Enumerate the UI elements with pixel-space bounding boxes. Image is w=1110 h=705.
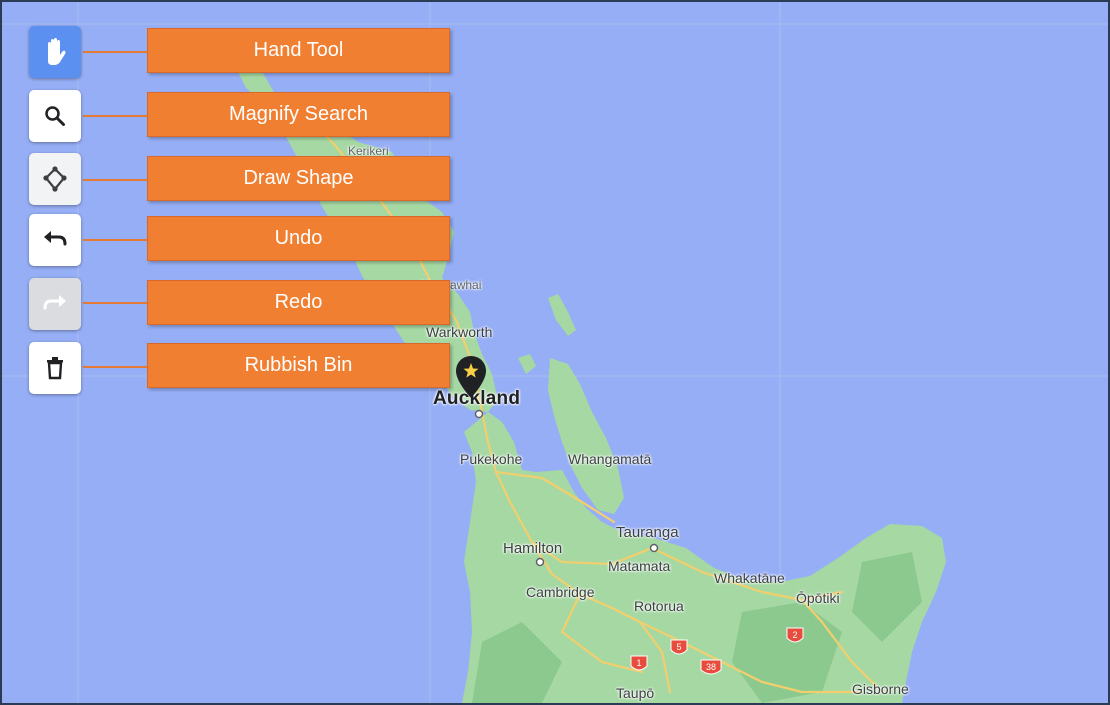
redo-button[interactable] [29,278,81,330]
draw-shape-icon [43,166,67,192]
place-label-whakatane: Whakatāne [714,570,785,586]
place-label-warkworth: Warkworth [426,324,493,340]
trash-icon [47,357,63,380]
place-label-tauranga: Tauranga [616,524,679,541]
rubbish-bin-button[interactable] [29,342,81,394]
callout-hand-tool-label: Hand Tool [253,39,344,61]
svg-text:2: 2 [792,630,797,640]
svg-text:38: 38 [706,662,716,672]
svg-text:1: 1 [636,658,641,668]
place-label-opotiki: Ōpōtiki [796,590,840,606]
highway-shield-1: 1 [630,655,648,671]
hand-tool-button[interactable] [29,26,81,78]
place-label-whangamata: Whangamatā [568,451,652,467]
callout-magnify-search: Magnify Search [147,92,450,137]
callout-hand-tool: Hand Tool [147,28,450,73]
hand-icon [48,38,66,65]
place-label-cambridge: Cambridge [526,584,595,600]
callout-draw-shape: Draw Shape [147,156,450,201]
connector-undo [83,239,147,241]
undo-button[interactable] [29,214,81,266]
svg-text:5: 5 [676,642,681,652]
connector-hand [83,51,147,53]
place-label-pukekohe: Pukekohe [460,451,523,467]
callout-undo-label: Undo [274,227,323,249]
redo-icon [43,295,66,310]
map-frame: Kerikeri Mangawhai Warkworth Auckland Pu… [0,0,1110,705]
highway-shield-2: 2 [786,627,804,643]
magnify-icon [45,106,65,126]
callout-undo: Undo [147,216,450,261]
callout-magnify-search-label: Magnify Search [229,103,368,125]
undo-icon [44,231,67,246]
place-label-rotorua: Rotorua [634,598,684,614]
place-label-gisborne: Gisborne [852,681,909,697]
connector-magnify [83,115,147,117]
callout-rubbish-bin: Rubbish Bin [147,343,450,388]
place-label-matamata: Matamata [608,558,671,574]
magnify-search-button[interactable] [29,90,81,142]
place-label-hamilton: Hamilton [503,540,563,557]
highway-shield-38: 38 [700,659,722,675]
location-marker-icon[interactable] [454,354,488,400]
connector-draw [83,179,147,181]
callout-draw-shape-label: Draw Shape [243,167,354,189]
draw-shape-button[interactable] [29,153,81,205]
place-label-taupo: Taupō [616,685,655,701]
connector-bin [83,366,147,368]
callout-redo: Redo [147,280,450,325]
highway-shield-5: 5 [670,639,688,655]
callout-rubbish-bin-label: Rubbish Bin [244,354,353,376]
connector-redo [83,302,147,304]
callout-redo-label: Redo [274,291,323,313]
